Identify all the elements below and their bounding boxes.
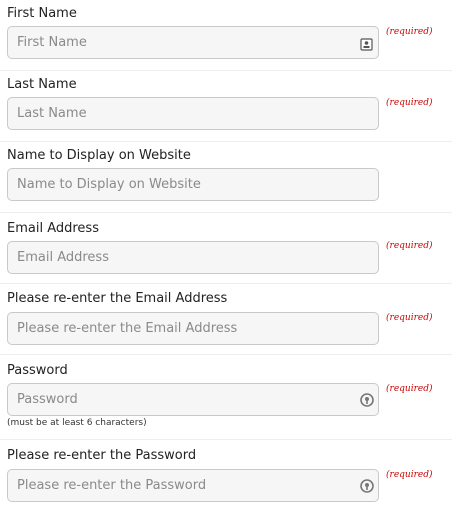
field-display-name: Name to Display on Website Name to Displ… [0, 142, 452, 212]
field-first-name: First Name First Name (required) [0, 0, 452, 70]
email-confirm-label: Please re-enter the Email Address [7, 291, 228, 306]
email-confirm-required: (required) [386, 313, 433, 323]
email-input[interactable]: Email Address [7, 241, 379, 274]
password-hint: (must be at least 6 characters) [7, 418, 147, 428]
display-name-placeholder: Name to Display on Website [17, 177, 201, 192]
last-name-input[interactable]: Last Name [7, 97, 379, 130]
password-key-icon[interactable] [359, 392, 375, 408]
field-last-name: Last Name Last Name (required) [0, 71, 452, 141]
display-name-input[interactable]: Name to Display on Website [7, 168, 379, 201]
last-name-required: (required) [386, 98, 433, 108]
password-confirm-label: Please re-enter the Password [7, 448, 197, 463]
contact-card-icon[interactable] [360, 36, 373, 51]
field-email: Email Address Email Address (required) [0, 213, 452, 283]
password-confirm-input[interactable]: Please re-enter the Password [7, 469, 379, 502]
email-required: (required) [386, 241, 433, 251]
field-email-confirm: Please re-enter the Email Address Please… [0, 284, 452, 354]
registration-form: First Name First Name (required) Last Na… [0, 0, 452, 512]
email-confirm-placeholder: Please re-enter the Email Address [17, 321, 238, 336]
first-name-placeholder: First Name [17, 35, 87, 50]
password-confirm-placeholder: Please re-enter the Password [17, 478, 207, 493]
display-name-label: Name to Display on Website [7, 148, 191, 163]
password-key-icon[interactable] [359, 478, 375, 494]
password-confirm-required: (required) [386, 470, 433, 480]
last-name-placeholder: Last Name [17, 106, 87, 121]
email-placeholder: Email Address [17, 250, 109, 265]
first-name-label: First Name [7, 6, 77, 21]
password-placeholder: Password [17, 392, 78, 407]
password-input[interactable]: Password [7, 383, 379, 416]
first-name-input[interactable]: First Name [7, 26, 379, 59]
password-label: Password [7, 363, 68, 378]
email-label: Email Address [7, 221, 99, 236]
last-name-label: Last Name [7, 77, 77, 92]
field-password-confirm: Please re-enter the Password Please re-e… [0, 440, 452, 512]
email-confirm-input[interactable]: Please re-enter the Email Address [7, 312, 379, 345]
field-password: Password Password (required) (must be at… [0, 355, 452, 439]
password-required: (required) [386, 384, 433, 394]
first-name-required: (required) [386, 27, 433, 37]
